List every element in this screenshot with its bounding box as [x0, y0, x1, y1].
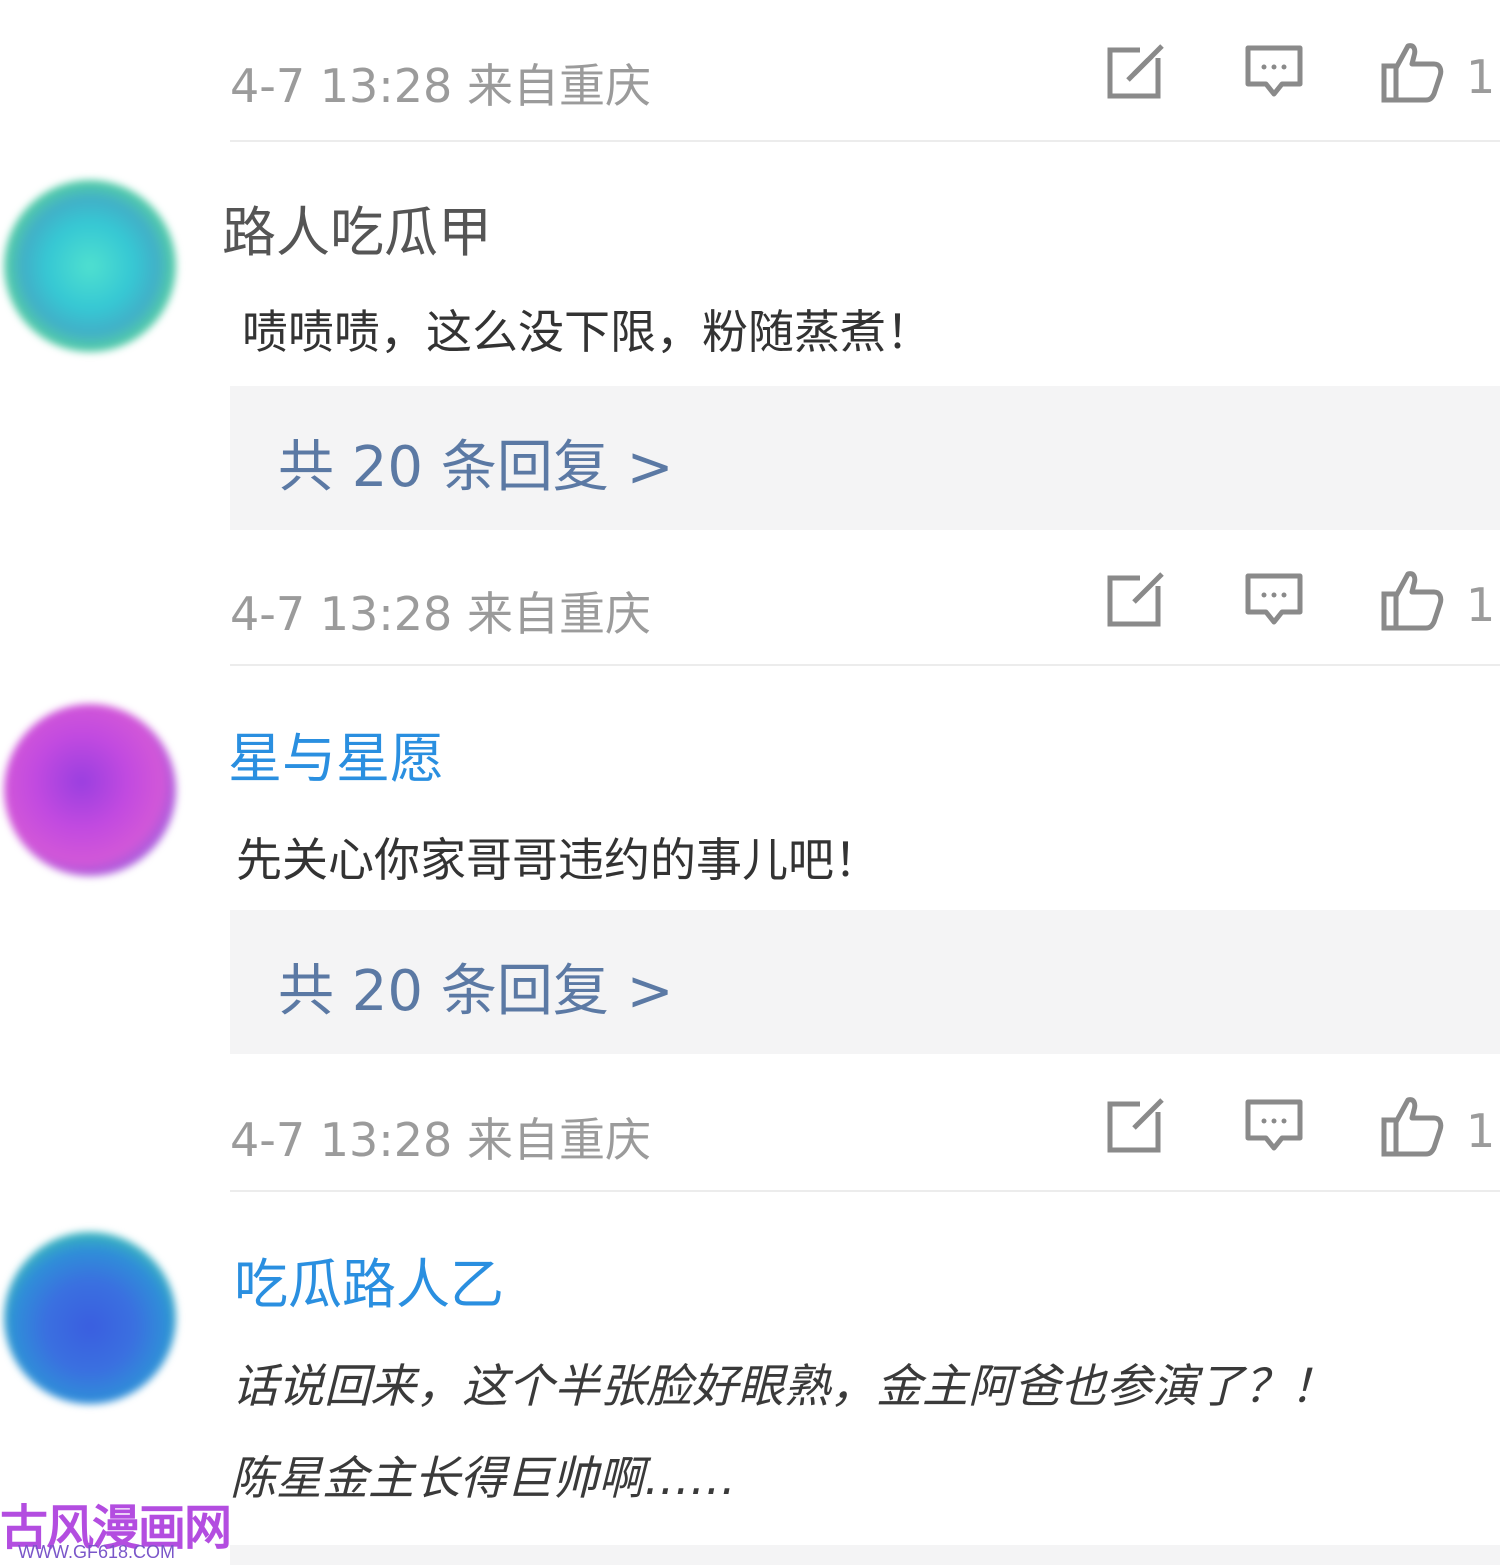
- share-edit-icon[interactable]: [1104, 1094, 1168, 1158]
- share-edit-icon[interactable]: [1104, 568, 1168, 632]
- meta-row: 4-7 13:28 来自重庆 1:: [230, 568, 1500, 658]
- username[interactable]: 星与星愿: [228, 714, 444, 793]
- watermark-logo: 古风漫画网 WWW.GF618.COM: [0, 1488, 232, 1565]
- divider: [230, 1190, 1500, 1192]
- share-edit-icon[interactable]: [1104, 40, 1168, 104]
- divider: [230, 140, 1500, 142]
- like-count: 1:: [1466, 1104, 1500, 1158]
- username[interactable]: 吃瓜路人乙: [234, 1240, 504, 1319]
- time-location: 4-7 13:28 来自重庆: [230, 587, 651, 641]
- like-count: 1:: [1466, 578, 1500, 632]
- replies-count-label: 共 20 条回复 >: [278, 959, 674, 1024]
- comment-bubble-icon[interactable]: [1242, 40, 1306, 104]
- time-location: 4-7 13:28 来自重庆: [230, 59, 651, 113]
- thumbs-up-icon[interactable]: [1380, 568, 1444, 632]
- meta-row: 4-7 13:28 来自重庆 1:: [230, 1094, 1500, 1184]
- avatar[interactable]: [4, 180, 176, 352]
- meta-row-top: 4-7 13:28 来自重庆 1:: [230, 40, 1500, 130]
- replies-link[interactable]: 共 20 条回复 >: [230, 910, 1500, 1054]
- comment-text: 先关心你家哥哥违约的事儿吧！: [236, 833, 880, 887]
- thumbs-up-icon[interactable]: [1380, 40, 1444, 104]
- replies-count-label: 共 20 条回复 >: [278, 435, 674, 500]
- avatar[interactable]: [4, 704, 176, 876]
- comment-text: 啧啧啧，这么没下限，粉随蒸煮！: [242, 305, 932, 359]
- divider: [230, 664, 1500, 666]
- replies-link[interactable]: 共 20 条回复 >: [230, 386, 1500, 530]
- comment-text-line: 话说回来，这个半张脸好眼熟，金主阿爸也参演了？！: [232, 1359, 1336, 1413]
- avatar[interactable]: [4, 1232, 176, 1404]
- replies-link[interactable]: [230, 1545, 1500, 1565]
- like-count: 1:: [1466, 50, 1500, 104]
- comment-bubble-icon[interactable]: [1242, 568, 1306, 632]
- time-location: 4-7 13:28 来自重庆: [230, 1113, 651, 1167]
- watermark-url: WWW.GF618.COM: [18, 1542, 175, 1562]
- comment-bubble-icon[interactable]: [1242, 1094, 1306, 1158]
- thumbs-up-icon[interactable]: [1380, 1094, 1444, 1158]
- username[interactable]: 路人吃瓜甲: [222, 188, 492, 267]
- comment-text-line: 陈星金主长得巨帅啊……: [230, 1451, 736, 1505]
